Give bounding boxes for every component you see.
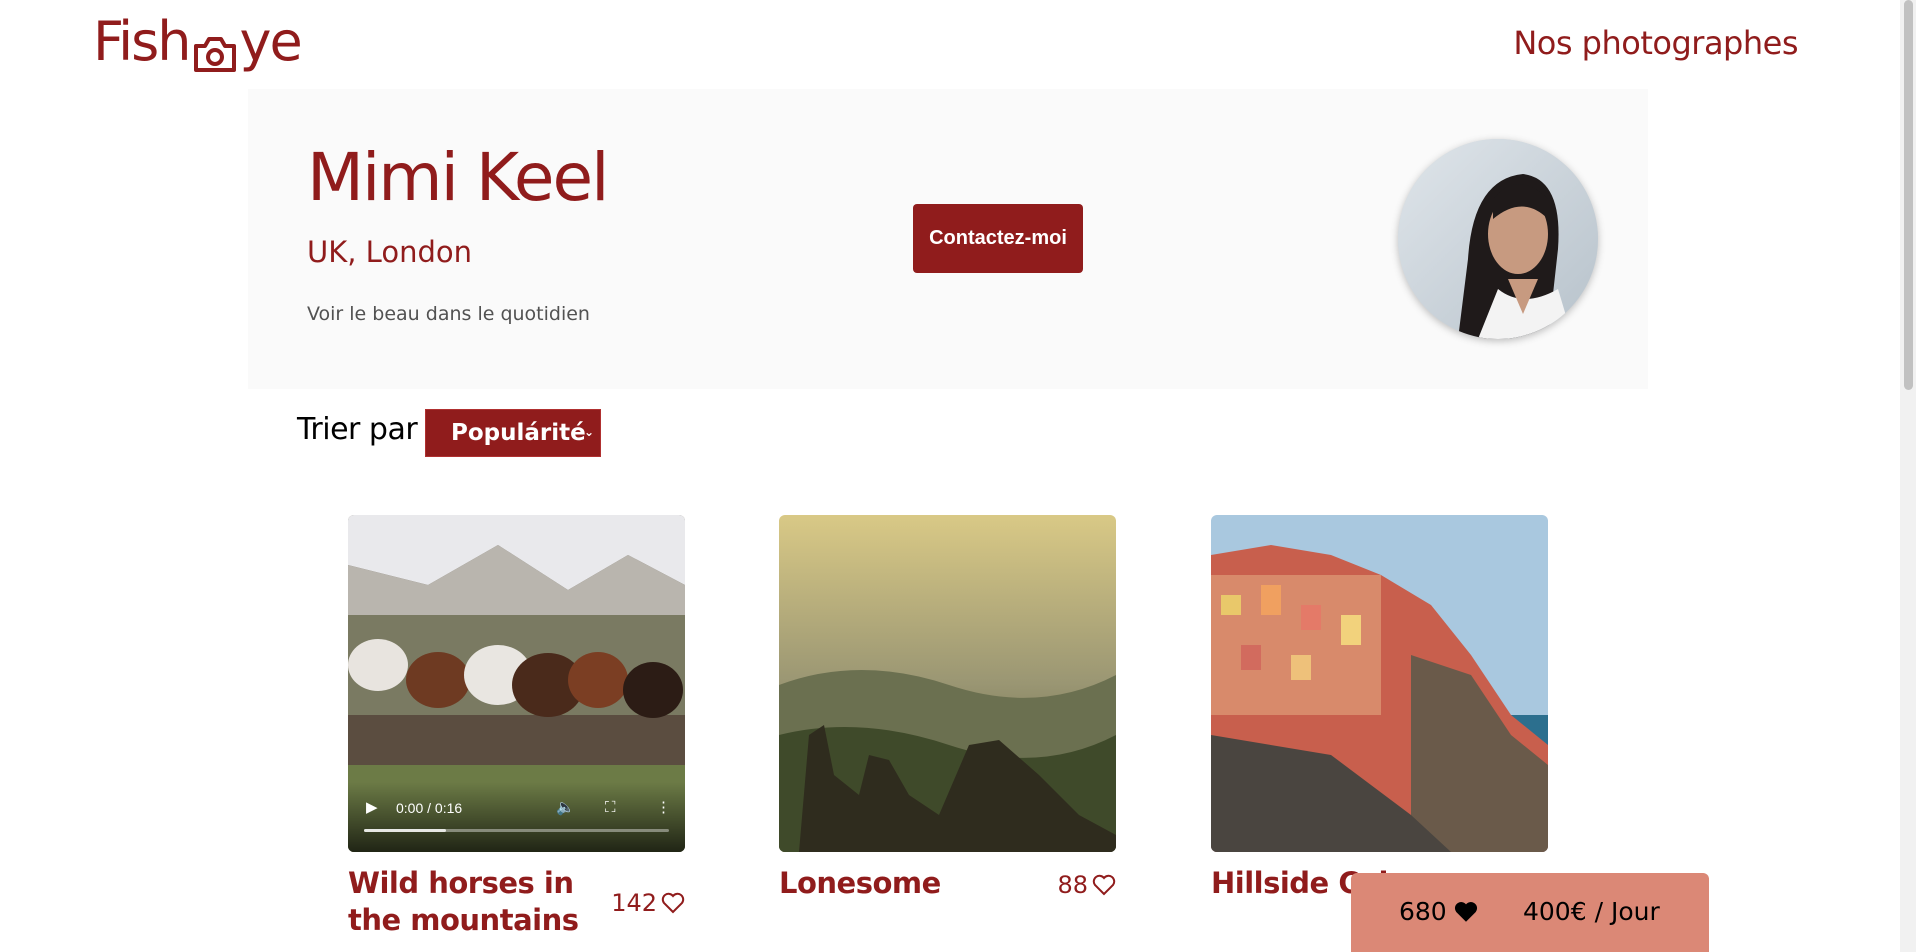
media-title: Lonesome — [779, 866, 941, 900]
photographer-location: UK, London — [307, 235, 472, 269]
play-icon[interactable]: ▶ — [366, 798, 378, 816]
logo-text-left: Fish — [93, 10, 191, 73]
media-image[interactable] — [779, 515, 1116, 852]
media-card: Hillside Color — [1211, 515, 1548, 900]
heart-outline-icon[interactable] — [1092, 874, 1116, 896]
photographer-header: Mimi Keel UK, London Voir le beau dans l… — [248, 89, 1648, 389]
daily-price: 400€ / Jour — [1523, 897, 1660, 926]
camera-icon — [192, 24, 238, 72]
total-likes: 680 — [1399, 897, 1479, 926]
photographer-avatar — [1398, 139, 1598, 339]
media-title: Wild horses in the mountains — [348, 866, 579, 937]
nav-photographers-link[interactable]: Nos photographes — [1513, 24, 1798, 62]
sort-selected-value: Populárité — [451, 420, 586, 446]
photographer-stats-bar: 680 400€ / Jour — [1351, 873, 1709, 952]
media-card: Lonesome 88 — [779, 515, 1116, 900]
heart-outline-icon[interactable] — [661, 892, 685, 914]
sort-label: Trier par — [297, 412, 418, 447]
media-likes[interactable]: 142 — [611, 889, 685, 917]
sort-dropdown[interactable]: Populárité ⌄ — [425, 409, 601, 457]
photographer-name: Mimi Keel — [307, 139, 609, 216]
logo-text-right: ye — [239, 10, 303, 73]
heart-filled-icon — [1454, 901, 1477, 922]
page-scrollbar[interactable] — [1900, 0, 1916, 952]
media-image[interactable] — [1211, 515, 1548, 852]
photographer-tagline: Voir le beau dans le quotidien — [307, 303, 590, 325]
contact-button[interactable]: Contactez-moi — [913, 204, 1083, 273]
media-video[interactable]: ▶ 0:00 / 0:16 🔈 ⛶ ⋮ — [348, 515, 685, 852]
media-card: ▶ 0:00 / 0:16 🔈 ⛶ ⋮ Wild horses in the m… — [348, 515, 685, 937]
total-likes-count: 680 — [1399, 897, 1447, 926]
like-count: 142 — [611, 889, 657, 917]
like-count: 88 — [1057, 871, 1088, 899]
chevron-down-icon: ⌄ — [583, 425, 594, 439]
video-progress-bar[interactable] — [364, 829, 669, 832]
more-options-icon[interactable]: ⋮ — [656, 798, 671, 816]
media-likes[interactable]: 88 — [1057, 871, 1116, 899]
scrollbar-thumb[interactable] — [1904, 0, 1913, 390]
fullscreen-icon[interactable]: ⛶ — [605, 799, 616, 816]
video-controls: ▶ 0:00 / 0:16 🔈 ⛶ ⋮ — [348, 782, 685, 852]
volume-icon[interactable]: 🔈 — [556, 798, 575, 816]
video-time: 0:00 / 0:16 — [396, 800, 463, 816]
fisheye-logo[interactable]: Fish ye — [93, 10, 303, 73]
